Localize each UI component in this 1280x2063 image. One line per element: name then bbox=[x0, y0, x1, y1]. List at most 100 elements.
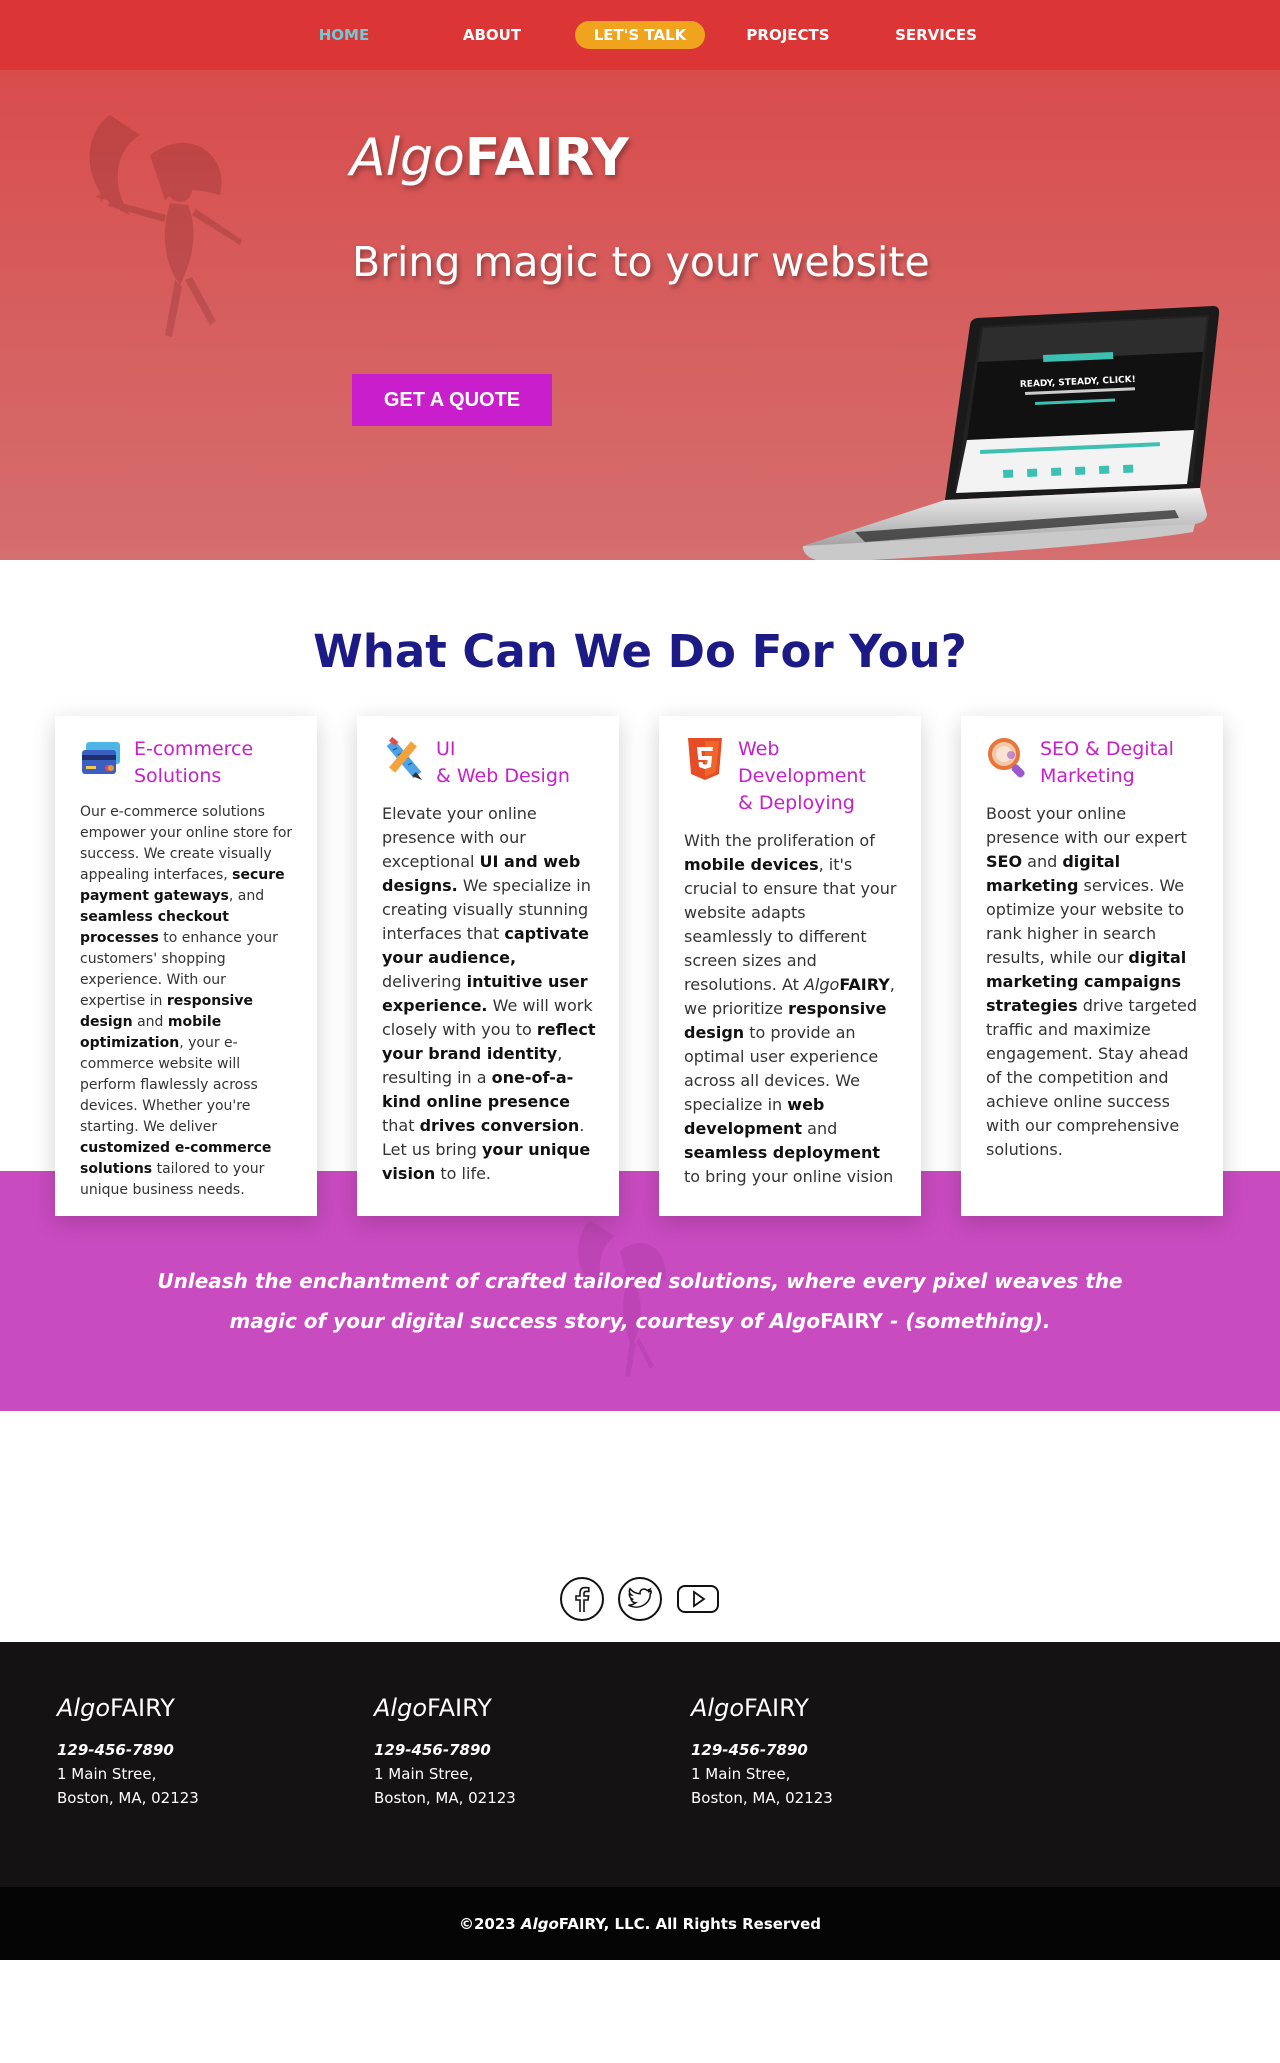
card-title: UI & Web Design bbox=[436, 736, 570, 790]
footer-address-line1: 1 Main Stree, bbox=[691, 1765, 791, 1783]
body-text: and bbox=[802, 1119, 838, 1138]
footer-address-line2: Boston, MA, 02123 bbox=[691, 1789, 833, 1807]
card-title-line2: & Web Design bbox=[436, 765, 570, 787]
hero-brand-fairy: FAIRY bbox=[464, 128, 629, 188]
footer-brand-fairy: FAIRY bbox=[110, 1694, 175, 1722]
body-text: With the proliferation of bbox=[684, 831, 875, 850]
body-text: that bbox=[382, 1116, 420, 1135]
card-body: With the proliferation of mobile devices… bbox=[684, 829, 899, 1189]
body-text: , it's crucial to ensure that your websi… bbox=[684, 855, 897, 994]
card-body: Boost your online presence with our expe… bbox=[986, 802, 1201, 1162]
body-text: Algo bbox=[803, 975, 840, 994]
footer-brand-algo: Algo bbox=[691, 1694, 745, 1722]
footer-phone: 129-456-7890 bbox=[374, 1741, 491, 1759]
service-card-seo: SEO & Degital Marketing Boost your onlin… bbox=[961, 716, 1223, 1216]
footer-brand-fairy: FAIRY bbox=[427, 1694, 492, 1722]
card-title-line1: Web Development bbox=[738, 738, 866, 787]
youtube-icon[interactable] bbox=[675, 1576, 721, 1622]
html5-icon bbox=[688, 738, 722, 780]
hero-section: AlgoFAIRY Bring magic to your website GE… bbox=[0, 70, 1280, 560]
band-text-tail: - (something). bbox=[883, 1309, 1051, 1333]
emphasis-text: FAIRY bbox=[839, 975, 890, 994]
footer-address-line1: 1 Main Stree, bbox=[57, 1765, 157, 1783]
emphasis-text: drives conversion bbox=[419, 1116, 580, 1135]
footer: AlgoFAIRY 129-456-7890 1 Main Stree, Bos… bbox=[0, 1642, 1280, 1887]
ruler-pencil-icon bbox=[386, 736, 422, 780]
services-section: Unleash the enchantment of crafted tailo… bbox=[0, 716, 1280, 1416]
footer-brand: AlgoFAIRY bbox=[374, 1694, 691, 1722]
footer-column: AlgoFAIRY 129-456-7890 1 Main Stree, Bos… bbox=[57, 1694, 374, 1887]
hero-brand-algo: Algo bbox=[350, 128, 465, 188]
copyright-suffix: FAIRY, LLC. All Rights Reserved bbox=[558, 1914, 822, 1933]
footer-phone: 129-456-7890 bbox=[57, 1741, 174, 1759]
footer-brand-algo: Algo bbox=[57, 1694, 111, 1722]
body-text: , and bbox=[228, 888, 265, 904]
footer-brand-fairy: FAIRY bbox=[744, 1694, 809, 1722]
card-header: E-commerce Solutions bbox=[80, 736, 295, 790]
nav-about-label: ABOUT bbox=[462, 26, 522, 44]
footer-brand-algo: Algo bbox=[374, 1694, 428, 1722]
laptop-illustration: READY, STEADY, CLICK! bbox=[802, 306, 1220, 560]
body-text: drive targeted traffic and maximize enga… bbox=[986, 996, 1197, 1159]
nav-about[interactable]: ABOUT bbox=[418, 26, 566, 44]
services-title: What Can We Do For You? bbox=[313, 625, 967, 678]
twitter-icon[interactable] bbox=[617, 1576, 663, 1622]
body-text: and bbox=[132, 1014, 168, 1030]
body-text: to bring your online vision bbox=[684, 1167, 894, 1186]
service-card-ui-design: UI & Web Design Elevate your online pres… bbox=[357, 716, 619, 1216]
nav-projects-label: PROJECTS bbox=[746, 26, 830, 44]
card-header: SEO & Degital Marketing bbox=[986, 736, 1201, 790]
card-title: E-commerce Solutions bbox=[134, 736, 253, 790]
top-nav: HOME ABOUT LET'S TALK PROJECTS SERVICES bbox=[0, 0, 1280, 70]
card-title-line1: UI bbox=[436, 738, 456, 760]
card-body: Elevate your online presence with our ex… bbox=[382, 802, 597, 1186]
hero-tagline: Bring magic to your website bbox=[352, 238, 930, 286]
card-title: SEO & Degital Marketing bbox=[1040, 736, 1174, 790]
footer-brand: AlgoFAIRY bbox=[57, 1694, 374, 1722]
service-card-ecommerce: E-commerce Solutions Our e-commerce solu… bbox=[55, 716, 317, 1216]
footer-column: AlgoFAIRY 129-456-7890 1 Main Stree, Bos… bbox=[691, 1694, 1008, 1887]
band-brand-fairy: FAIRY bbox=[820, 1309, 884, 1333]
nav-lets-talk-label: LET'S TALK bbox=[574, 21, 706, 49]
nav-projects[interactable]: PROJECTS bbox=[714, 26, 862, 44]
footer-address-line2: Boston, MA, 02123 bbox=[57, 1789, 199, 1807]
get-quote-button[interactable]: GET A QUOTE bbox=[352, 374, 552, 426]
body-text: to life. bbox=[435, 1164, 491, 1183]
nav-home-label: HOME bbox=[318, 26, 370, 44]
nav-lets-talk[interactable]: LET'S TALK bbox=[566, 21, 714, 49]
card-title-line2: & Deploying bbox=[738, 792, 855, 814]
card-title-line2: Solutions bbox=[134, 765, 222, 787]
card-header: UI & Web Design bbox=[382, 736, 597, 790]
body-text: and bbox=[1022, 852, 1063, 871]
card-title-line2: Marketing bbox=[1040, 765, 1135, 787]
footer-address-line2: Boston, MA, 02123 bbox=[374, 1789, 516, 1807]
hero-brand: AlgoFAIRY bbox=[350, 128, 629, 188]
footer-column: AlgoFAIRY 129-456-7890 1 Main Stree, Bos… bbox=[374, 1694, 691, 1887]
facebook-icon[interactable] bbox=[559, 1576, 605, 1622]
copyright-prefix: ©2023 bbox=[458, 1914, 516, 1933]
card-body: Our e-commerce solutions empower your on… bbox=[80, 802, 295, 1201]
copyright-bar: ©2023 Algo FAIRY, LLC. All Rights Reserve… bbox=[0, 1887, 1280, 1960]
card-title-line1: SEO & Degital bbox=[1040, 738, 1174, 760]
emphasis-text: seamless deployment bbox=[684, 1143, 881, 1162]
card-header: Web Development & Deploying bbox=[684, 736, 899, 817]
service-cards: E-commerce Solutions Our e-commerce solu… bbox=[55, 716, 1223, 1216]
fairy-silhouette-icon bbox=[89, 115, 242, 337]
service-card-web-development: Web Development & Deploying With the pro… bbox=[659, 716, 921, 1216]
credit-card-icon bbox=[82, 742, 120, 774]
card-title-line1: E-commerce bbox=[134, 738, 254, 760]
tagline-band-text: Unleash the enchantment of crafted tailo… bbox=[150, 1261, 1130, 1341]
magnifier-icon bbox=[988, 738, 1025, 778]
emphasis-text: SEO bbox=[986, 852, 1023, 871]
emphasis-text: mobile devices bbox=[684, 855, 819, 874]
social-links bbox=[0, 1576, 1280, 1642]
copyright-algo: Algo bbox=[520, 1914, 559, 1933]
footer-address-line1: 1 Main Stree, bbox=[374, 1765, 474, 1783]
card-title: Web Development & Deploying bbox=[738, 736, 899, 817]
body-text: delivering bbox=[382, 972, 467, 991]
nav-home[interactable]: HOME bbox=[270, 26, 418, 44]
nav-services[interactable]: SERVICES bbox=[862, 26, 1010, 44]
nav-services-label: SERVICES bbox=[895, 26, 977, 44]
footer-phone: 129-456-7890 bbox=[691, 1741, 808, 1759]
footer-brand: AlgoFAIRY bbox=[691, 1694, 1008, 1722]
